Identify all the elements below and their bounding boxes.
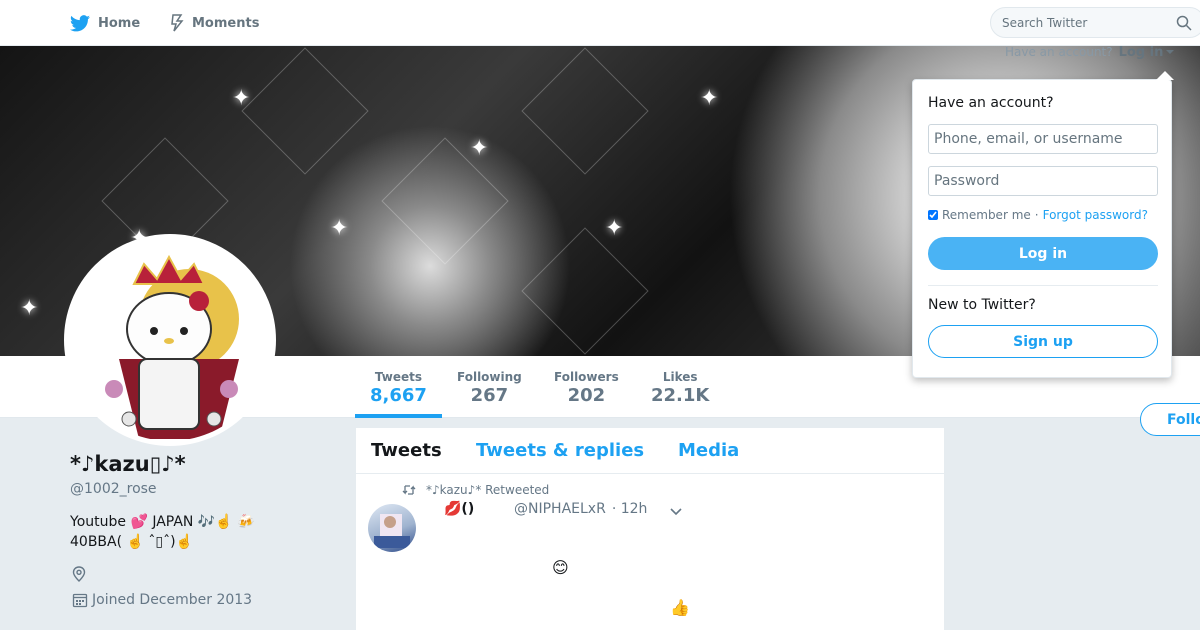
tweet-handle[interactable]: @NIPHAELxR [514, 501, 606, 517]
login-dropdown: Have an account? Remember me · Forgot pa… [912, 71, 1174, 378]
stat-likes[interactable]: Likes 22.1K [651, 370, 709, 406]
divider [928, 285, 1158, 286]
banner-pattern [381, 137, 509, 265]
joined-label: Joined December 2013 [92, 592, 253, 608]
tweet-fullname[interactable]: 💋() [444, 501, 514, 517]
login-dropdown-title: Have an account? [928, 95, 1054, 111]
tweet-timestamp[interactable]: · 12h [612, 501, 648, 517]
caret-down-icon[interactable] [1166, 50, 1175, 54]
username-input[interactable] [928, 124, 1158, 154]
stat-value: 8,667 [370, 385, 427, 406]
sparkle-icon: ✦ [470, 136, 489, 161]
stat-value: 22.1K [651, 385, 710, 406]
tweet-emoji: 👍 [670, 598, 690, 617]
sparkle-icon: ✦ [605, 216, 624, 241]
login-button[interactable]: Log in [928, 237, 1158, 270]
banner-pattern [521, 47, 649, 175]
retweet-context: *♪kazu♪* Retweeted [402, 483, 549, 497]
stat-followers[interactable]: Followers 202 [554, 370, 619, 406]
bio-line: 40BBA( ☝️ ˆ▯ˆ)☝️ [70, 534, 193, 550]
retweet-context-text[interactable]: *♪kazu♪* Retweeted [426, 483, 549, 497]
profile-bio: Youtube 💕 JAPAN 🎶☝️ 🍻 40BBA( ☝️ ˆ▯ˆ)☝️ [70, 512, 330, 552]
stat-label: Followers [554, 370, 619, 384]
stat-label: Tweets [374, 370, 423, 384]
timeline: Tweets Tweets & replies Media *♪kazu♪* R… [356, 428, 944, 630]
search-box[interactable]: Search Twitter [990, 7, 1200, 38]
profile-name[interactable]: *♪kazu▯♪* [70, 452, 186, 476]
sparkle-icon: ✦ [700, 86, 719, 111]
avatar[interactable] [64, 234, 276, 446]
remember-me-checkbox[interactable] [928, 210, 938, 220]
login-prompt-bar: Have an account? Log in [1005, 45, 1175, 60]
joined-date: Joined December 2013 [72, 592, 252, 608]
tweet-avatar-image [374, 514, 410, 548]
search-icon[interactable] [1176, 15, 1192, 31]
bio-line: Youtube 💕 JAPAN 🎶☝️ 🍻 [70, 514, 255, 530]
stat-value: 202 [567, 385, 606, 406]
sparkle-icon: ✦ [232, 86, 251, 111]
avatar-image [105, 254, 239, 439]
lightning-icon [171, 14, 184, 32]
profile-screen-name[interactable]: @1002_rose [70, 481, 157, 497]
forgot-password-link[interactable]: Forgot password? [1043, 208, 1148, 222]
banner-pattern [241, 47, 369, 175]
new-to-twitter-label: New to Twitter? [928, 297, 1036, 313]
stat-value: 267 [470, 385, 509, 406]
remember-row: Remember me · Forgot password? [928, 208, 1148, 222]
nav-home[interactable]: Home [70, 0, 140, 46]
stat-label: Following [457, 370, 522, 384]
banner-pattern [521, 227, 649, 355]
calendar-icon [72, 593, 88, 608]
tab-media[interactable]: Media [678, 440, 739, 461]
stat-following[interactable]: Following 267 [457, 370, 522, 406]
retweet-icon [402, 485, 416, 495]
remember-me-label[interactable]: Remember me [942, 208, 1031, 222]
separator-dot: · [1034, 208, 1039, 222]
location-icon [72, 566, 86, 582]
follow-button[interactable]: Follo [1140, 403, 1200, 436]
timeline-tabs: Tweets Tweets & replies Media [356, 428, 944, 474]
password-input[interactable] [928, 166, 1158, 196]
nav-home-label: Home [98, 15, 141, 31]
sparkle-icon: ✦ [330, 216, 349, 241]
stat-tweets[interactable]: Tweets 8,667 [355, 370, 442, 418]
tab-tweets[interactable]: Tweets [371, 440, 442, 461]
tweet-header: 💋() @NIPHAELxR · 12h [444, 501, 647, 517]
stat-label: Likes [662, 370, 698, 384]
nav-moments[interactable]: Moments [170, 0, 259, 46]
sparkle-icon: ✦ [20, 296, 39, 321]
login-link[interactable]: Log in [1119, 45, 1164, 60]
nav-moments-label: Moments [192, 15, 260, 31]
tab-tweets-and-replies[interactable]: Tweets & replies [476, 440, 644, 461]
search-placeholder[interactable]: Search Twitter [1002, 16, 1087, 30]
twitter-bird-icon [70, 14, 90, 31]
tweet-avatar[interactable] [368, 504, 416, 552]
tweet-emoji: 😊 [552, 558, 569, 577]
login-prompt-text: Have an account? [1005, 45, 1113, 59]
chevron-down-icon[interactable] [669, 507, 683, 517]
signup-button[interactable]: Sign up [928, 325, 1158, 358]
top-navigation: Home Moments Search Twitter [0, 0, 1200, 46]
